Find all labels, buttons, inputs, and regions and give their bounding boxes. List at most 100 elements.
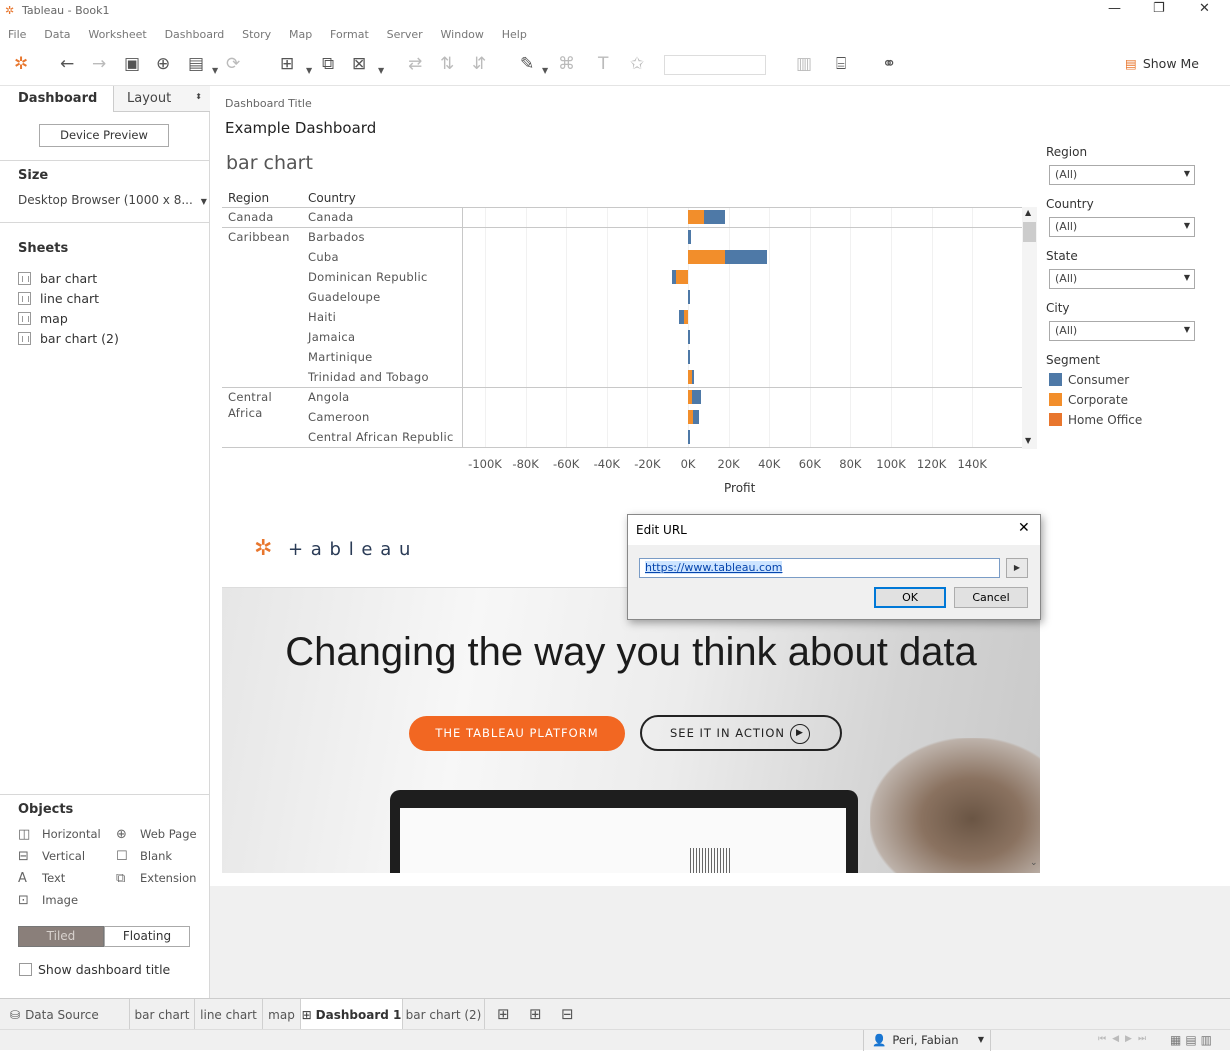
bar-consumer[interactable] bbox=[688, 330, 691, 344]
legend-item-consumer[interactable]: Consumer bbox=[1049, 373, 1129, 387]
tab-map[interactable]: map bbox=[263, 999, 301, 1029]
menu-map[interactable]: Map bbox=[289, 28, 312, 41]
sheet-item-bar-chart[interactable]: bar chart bbox=[18, 271, 97, 286]
scroll-down-icon[interactable]: ▼ bbox=[1025, 436, 1031, 445]
url-input[interactable]: https://www.tableau.com bbox=[639, 558, 1000, 578]
redo-icon[interactable]: → bbox=[92, 53, 106, 75]
legend-item-corporate[interactable]: Corporate bbox=[1049, 393, 1128, 407]
bar-consumer[interactable] bbox=[678, 310, 684, 324]
clear-sheet-icon[interactable]: ⊠ bbox=[352, 53, 366, 75]
ok-button[interactable]: OK bbox=[874, 587, 946, 608]
country-label[interactable]: Martinique bbox=[308, 350, 373, 364]
country-label[interactable]: Jamaica bbox=[308, 330, 355, 344]
region-label[interactable]: Central bbox=[228, 390, 272, 404]
share-icon[interactable]: ⚭ bbox=[882, 53, 896, 75]
bar-consumer[interactable] bbox=[688, 430, 690, 444]
country-label[interactable]: Dominican Republic bbox=[308, 270, 428, 284]
region-label[interactable]: Caribbean bbox=[228, 230, 290, 244]
chevron-down-icon[interactable]: ▼ bbox=[212, 60, 218, 82]
sheet-item-bar-chart-2[interactable]: bar chart (2) bbox=[18, 331, 119, 346]
sheet-item-line-chart[interactable]: line chart bbox=[18, 291, 99, 306]
new-story-icon[interactable]: ⊟ bbox=[561, 1005, 574, 1023]
country-label[interactable]: Angola bbox=[308, 390, 350, 404]
menu-data[interactable]: Data bbox=[44, 28, 70, 41]
insert-field-button[interactable]: ▶ bbox=[1006, 558, 1028, 578]
bar-corporate[interactable] bbox=[683, 310, 688, 324]
object-horizontal[interactable]: ◫ Horizontal bbox=[18, 827, 101, 842]
bar-chart[interactable]: Canada Canada Caribbean Barbados Cuba Dominic… bbox=[222, 207, 1022, 451]
bar-corporate[interactable] bbox=[688, 250, 725, 264]
bar-consumer[interactable] bbox=[692, 370, 695, 384]
dialog-close-icon[interactable]: ✕ bbox=[1018, 520, 1030, 536]
menu-dashboard[interactable]: Dashboard bbox=[165, 28, 225, 41]
see-it-in-action-button[interactable]: SEE IT IN ACTION ▶ bbox=[640, 715, 842, 751]
close-window-button[interactable]: ✕ bbox=[1199, 1, 1210, 16]
menu-format[interactable]: Format bbox=[330, 28, 369, 41]
filter-city-dropdown[interactable]: (All) ▼ bbox=[1049, 321, 1195, 341]
bar-corporate[interactable] bbox=[675, 270, 688, 284]
country-label[interactable]: Canada bbox=[308, 210, 354, 224]
region-header[interactable]: Region bbox=[228, 191, 269, 205]
object-vertical[interactable]: ⊟ Vertical bbox=[18, 849, 85, 864]
bar-corporate[interactable] bbox=[688, 210, 705, 224]
pin-icon[interactable]: ✩ bbox=[630, 53, 644, 75]
country-label[interactable]: Central African Republic bbox=[308, 430, 454, 444]
country-label[interactable]: Trinidad and Tobago bbox=[308, 370, 429, 384]
menu-file[interactable]: File bbox=[8, 28, 26, 41]
scroll-up-icon[interactable]: ▲ bbox=[1025, 208, 1031, 217]
menu-server[interactable]: Server bbox=[387, 28, 423, 41]
labels-icon[interactable]: T bbox=[598, 53, 608, 75]
minimize-button[interactable]: — bbox=[1108, 1, 1121, 16]
restore-button[interactable]: ❐ bbox=[1153, 1, 1165, 16]
object-extension[interactable]: ⧉ Extension bbox=[116, 871, 196, 886]
save-icon[interactable]: ▣ bbox=[124, 53, 140, 75]
presentation-icon[interactable]: ⌸ bbox=[836, 53, 846, 75]
country-label[interactable]: Barbados bbox=[308, 230, 365, 244]
country-label[interactable]: Haiti bbox=[308, 310, 336, 324]
group-icon[interactable]: ⌘ bbox=[558, 53, 575, 75]
filter-country-dropdown[interactable]: (All) ▼ bbox=[1049, 217, 1195, 237]
country-label[interactable]: Cameroon bbox=[308, 410, 370, 424]
country-label[interactable]: Cuba bbox=[308, 250, 339, 264]
region-label[interactable]: Africa bbox=[228, 406, 263, 420]
tab-data-source[interactable]: ⛁ Data Source bbox=[0, 999, 130, 1029]
new-datasource-icon[interactable]: ⊕ bbox=[156, 53, 170, 75]
bar-consumer[interactable] bbox=[688, 350, 690, 364]
undo-icon[interactable]: ← bbox=[60, 53, 74, 75]
country-label[interactable]: Guadeloupe bbox=[308, 290, 381, 304]
tab-dashboard-1[interactable]: ⊞ Dashboard 1 bbox=[301, 999, 403, 1029]
region-label[interactable]: Canada bbox=[228, 210, 274, 224]
swap-icon[interactable]: ⇄ bbox=[408, 53, 422, 75]
menu-story[interactable]: Story bbox=[242, 28, 271, 41]
bar-consumer[interactable] bbox=[724, 250, 768, 264]
tab-dashboard[interactable]: Dashboard bbox=[0, 86, 114, 112]
bar-consumer[interactable] bbox=[693, 410, 700, 424]
tab-layout[interactable]: Layout ⬍ bbox=[114, 86, 210, 112]
menu-worksheet[interactable]: Worksheet bbox=[88, 28, 146, 41]
legend-item-home-office[interactable]: Home Office bbox=[1049, 413, 1142, 427]
sort-descending-icon[interactable]: ⇵ bbox=[472, 53, 486, 75]
sheet-nav-icons[interactable]: ⏮◀▶⏭ bbox=[1098, 1034, 1152, 1044]
bar-consumer[interactable] bbox=[688, 290, 690, 304]
duplicate-sheet-icon[interactable]: ⧉ bbox=[322, 53, 334, 75]
size-dropdown[interactable]: Desktop Browser (1000 x 8... ▼ bbox=[18, 193, 207, 207]
chevron-down-icon[interactable]: ▼ bbox=[542, 60, 548, 82]
show-cards-icon[interactable]: ▥ bbox=[796, 53, 812, 75]
refresh-icon[interactable]: ⟳ bbox=[226, 53, 240, 75]
show-me-button[interactable]: ▤ Show Me bbox=[1125, 56, 1199, 71]
scroll-down-icon[interactable]: ⌄ bbox=[1030, 858, 1038, 868]
object-blank[interactable]: ☐ Blank bbox=[116, 849, 172, 864]
sort-ascending-icon[interactable]: ⇅ bbox=[440, 53, 454, 75]
dashboard-title[interactable]: Example Dashboard bbox=[225, 119, 376, 137]
object-web-page[interactable]: ⊕ Web Page bbox=[116, 827, 197, 842]
filter-region-dropdown[interactable]: (All) ▼ bbox=[1049, 165, 1195, 185]
new-dashboard-icon[interactable]: ⊞ bbox=[529, 1005, 542, 1023]
show-title-checkbox[interactable] bbox=[19, 963, 32, 976]
fit-dropdown[interactable] bbox=[664, 55, 766, 75]
tab-line-chart[interactable]: line chart bbox=[195, 999, 263, 1029]
chevron-down-icon[interactable]: ▼ bbox=[378, 60, 384, 82]
bar-consumer[interactable] bbox=[688, 230, 692, 244]
sheet-item-map[interactable]: map bbox=[18, 311, 68, 326]
country-header[interactable]: Country bbox=[308, 191, 356, 205]
tiled-toggle[interactable]: Tiled bbox=[18, 926, 104, 947]
